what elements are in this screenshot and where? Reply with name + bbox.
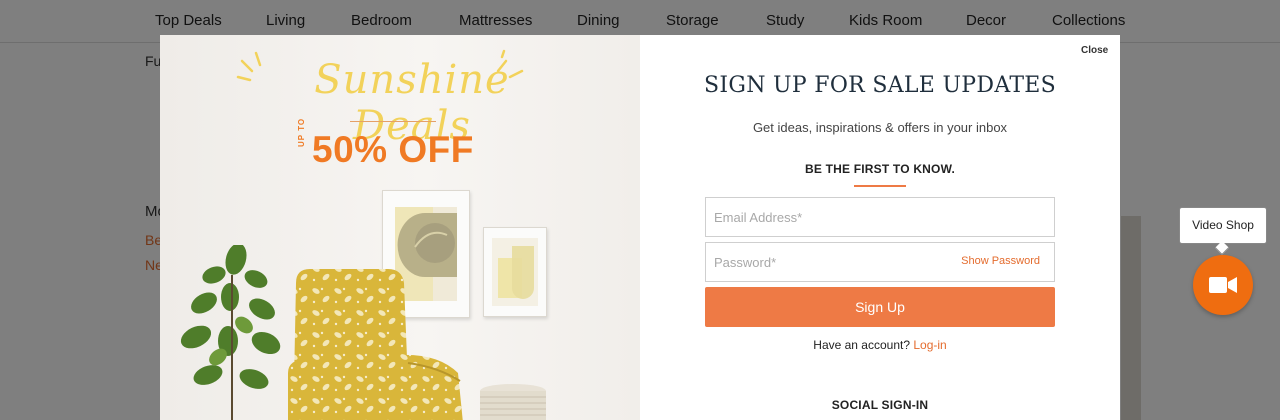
- email-field[interactable]: [705, 197, 1055, 237]
- heading-underline: [854, 185, 906, 187]
- close-button[interactable]: Close: [1081, 45, 1108, 56]
- first-to-know-heading: BE THE FIRST TO KNOW.: [805, 162, 955, 176]
- password-field[interactable]: Show Password: [705, 242, 1055, 282]
- social-sign-in-heading: SOCIAL SIGN-IN: [831, 398, 929, 412]
- signup-title: SIGN UP FOR SALE UPDATES: [703, 73, 1057, 98]
- video-shop-button[interactable]: [1193, 255, 1253, 315]
- show-password-link[interactable]: Show Password: [961, 255, 1040, 267]
- sign-up-button[interactable]: Sign Up: [705, 287, 1055, 327]
- video-camera-icon: [1209, 277, 1237, 293]
- email-input[interactable]: [706, 198, 1054, 236]
- signup-subtitle: Get ideas, inspirations & offers in your…: [752, 120, 1008, 135]
- have-account-text: Have an account?: [813, 338, 911, 352]
- video-shop-tooltip: Video Shop: [1179, 207, 1267, 244]
- login-prompt: Have an account? Log-in: [640, 338, 1120, 352]
- login-link[interactable]: Log-in: [913, 338, 946, 352]
- signup-form: Close SIGN UP FOR SALE UPDATES Get ideas…: [160, 35, 1120, 420]
